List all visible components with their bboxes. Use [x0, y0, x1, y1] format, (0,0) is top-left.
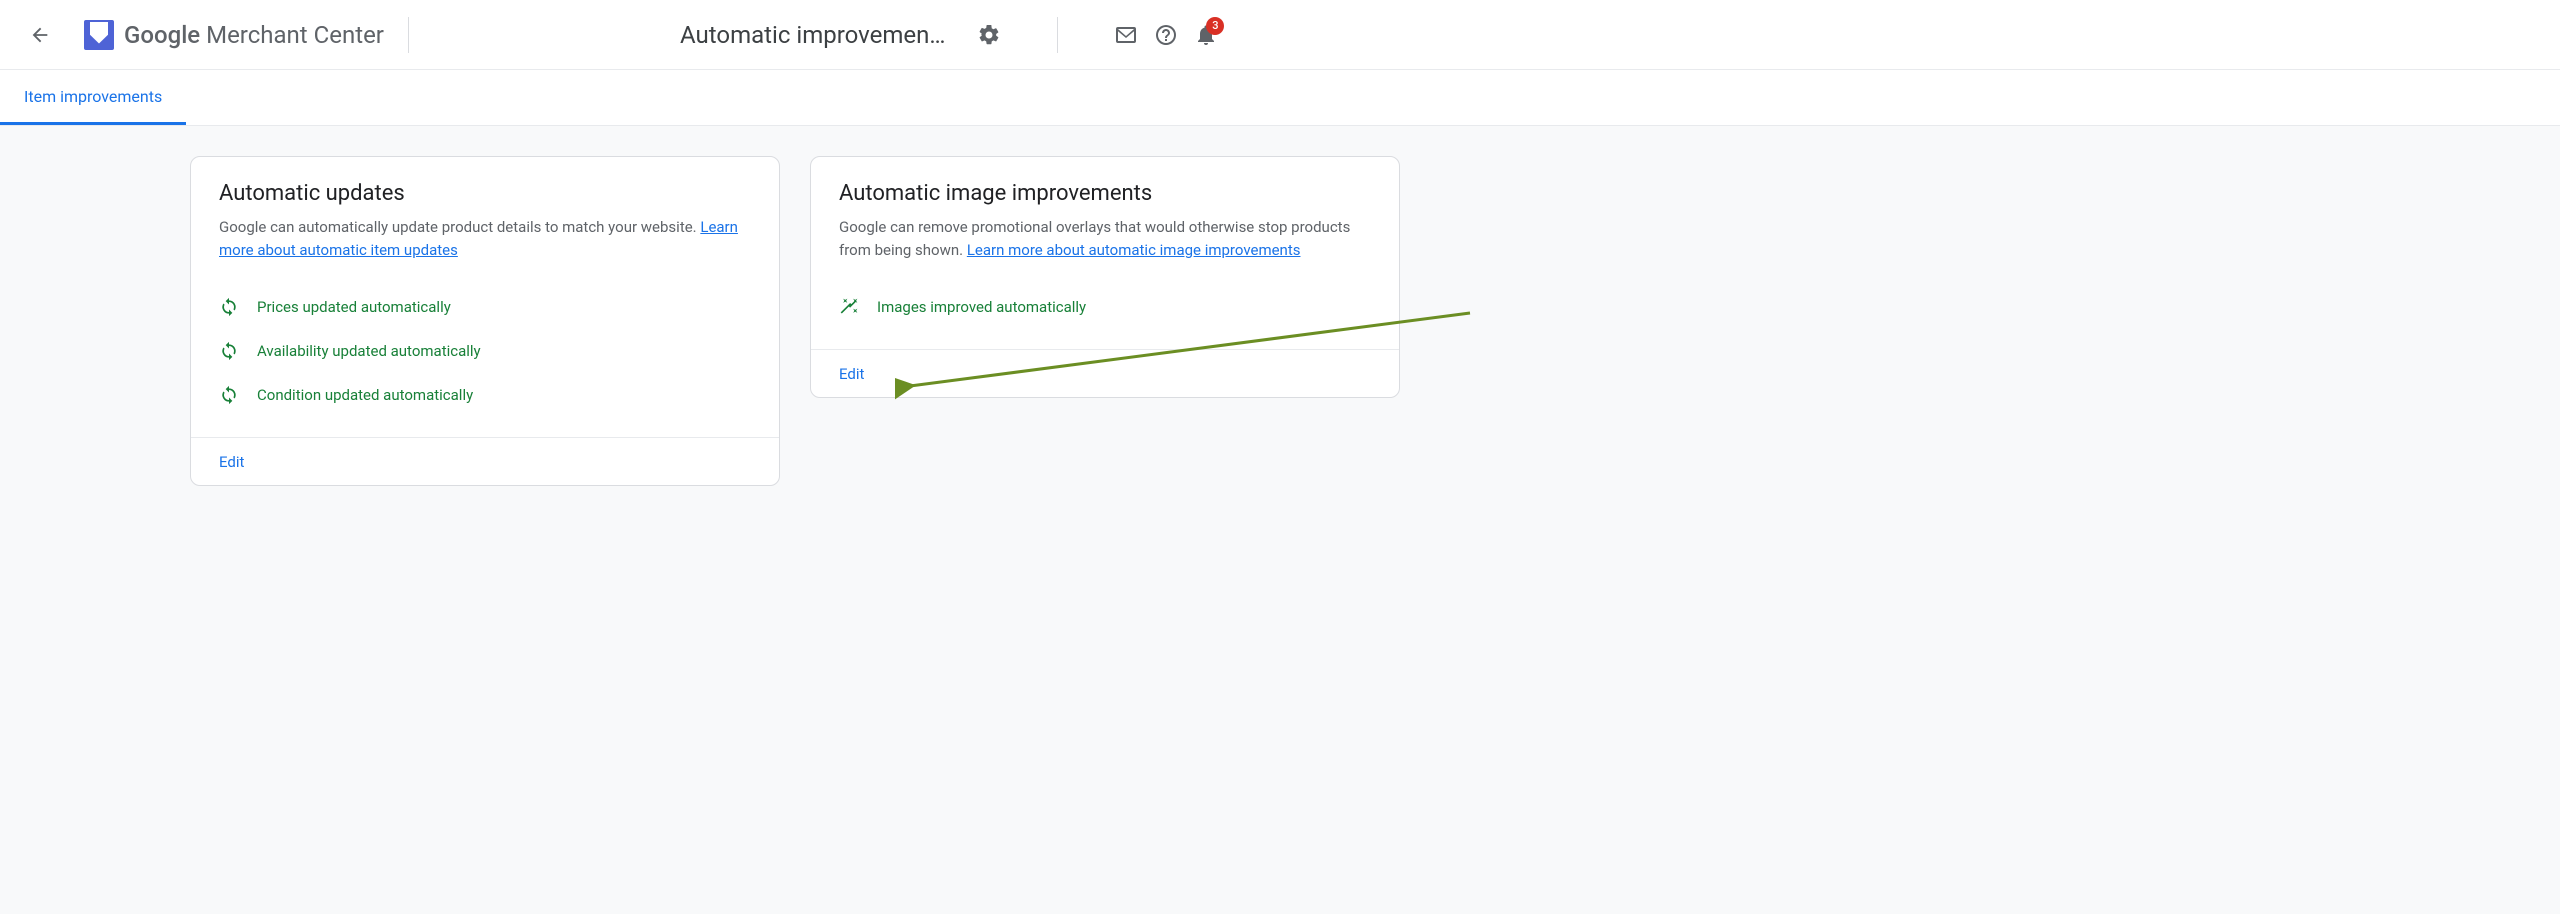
magic-wand-icon [839, 297, 859, 317]
mail-button[interactable] [1106, 15, 1146, 55]
divider [1057, 17, 1058, 53]
status-label: Availability updated automatically [257, 342, 481, 360]
notification-badge: 3 [1206, 17, 1224, 35]
card-automatic-updates: Automatic updates Google can automatical… [190, 156, 780, 486]
help-icon [1154, 23, 1178, 47]
status-label: Condition updated automatically [257, 386, 473, 404]
product-name: Google Merchant Center [124, 21, 384, 49]
tab-bar: Item improvements [0, 70, 2560, 126]
settings-button[interactable] [969, 15, 1009, 55]
gear-icon [977, 23, 1001, 47]
status-item: Condition updated automatically [219, 373, 751, 417]
mail-icon [1114, 23, 1138, 47]
card-description: Google can remove promotional overlays t… [839, 216, 1371, 261]
status-label: Prices updated automatically [257, 298, 451, 316]
status-item: Images improved automatically [839, 285, 1371, 329]
status-list: Images improved automatically [839, 285, 1371, 329]
help-button[interactable] [1146, 15, 1186, 55]
card-footer: Edit [811, 349, 1399, 397]
card-title: Automatic updates [219, 181, 751, 206]
learn-more-link[interactable]: Learn more about automatic image improve… [967, 241, 1301, 259]
title-area: Automatic improvemen… 3 [680, 15, 1226, 55]
status-label: Images improved automatically [877, 298, 1086, 316]
card-description: Google can automatically update product … [219, 216, 751, 261]
card-footer: Edit [191, 437, 779, 485]
status-item: Availability updated automatically [219, 329, 751, 373]
edit-link[interactable]: Edit [839, 365, 864, 383]
card-automatic-image-improvements: Automatic image improvements Google can … [810, 156, 1400, 398]
back-button[interactable] [20, 15, 60, 55]
edit-link[interactable]: Edit [219, 453, 244, 471]
content: Automatic updates Google can automatical… [0, 126, 2560, 914]
sync-icon [219, 385, 239, 405]
tab-item-improvements[interactable]: Item improvements [0, 70, 186, 125]
merchant-tag-icon [84, 20, 114, 50]
card-title: Automatic image improvements [839, 181, 1371, 206]
page-title: Automatic improvemen… [680, 21, 945, 49]
status-item: Prices updated automatically [219, 285, 751, 329]
divider [408, 17, 409, 53]
app-bar: Google Merchant Center Automatic improve… [0, 0, 2560, 70]
status-list: Prices updated automatically Availabilit… [219, 285, 751, 417]
sync-icon [219, 341, 239, 361]
arrow-left-icon [29, 24, 51, 46]
sync-icon [219, 297, 239, 317]
product-logo[interactable]: Google Merchant Center [84, 20, 384, 50]
card-description-text: Google can automatically update product … [219, 218, 700, 236]
notifications-button[interactable]: 3 [1186, 15, 1226, 55]
